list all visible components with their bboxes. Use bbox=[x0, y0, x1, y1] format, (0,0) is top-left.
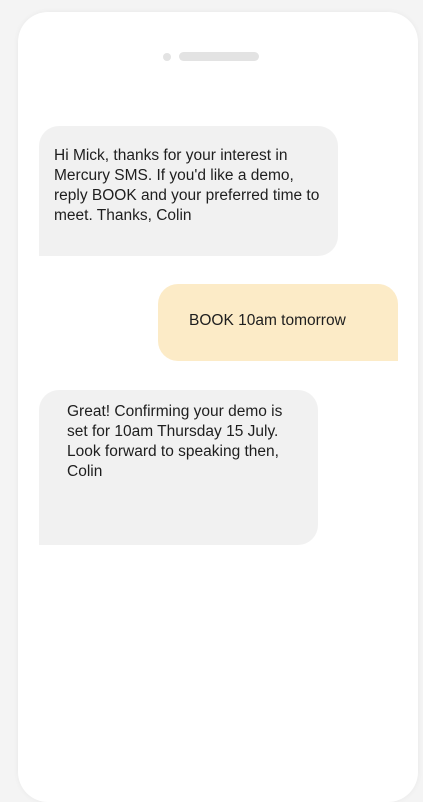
phone-notch bbox=[163, 52, 259, 61]
camera-icon bbox=[163, 52, 171, 61]
phone-frame: Hi Mick, thanks for your interest in Mer… bbox=[18, 12, 418, 802]
message-outgoing: BOOK 10am tomorrow bbox=[158, 284, 398, 361]
message-incoming: Hi Mick, thanks for your interest in Mer… bbox=[39, 126, 338, 256]
message-text: Hi Mick, thanks for your interest in Mer… bbox=[54, 147, 320, 224]
speaker-icon bbox=[179, 52, 259, 61]
message-incoming: Great! Confirming your demo is set for 1… bbox=[39, 390, 318, 545]
message-text: Great! Confirming your demo is set for 1… bbox=[67, 403, 283, 480]
message-text: BOOK 10am tomorrow bbox=[189, 312, 346, 329]
